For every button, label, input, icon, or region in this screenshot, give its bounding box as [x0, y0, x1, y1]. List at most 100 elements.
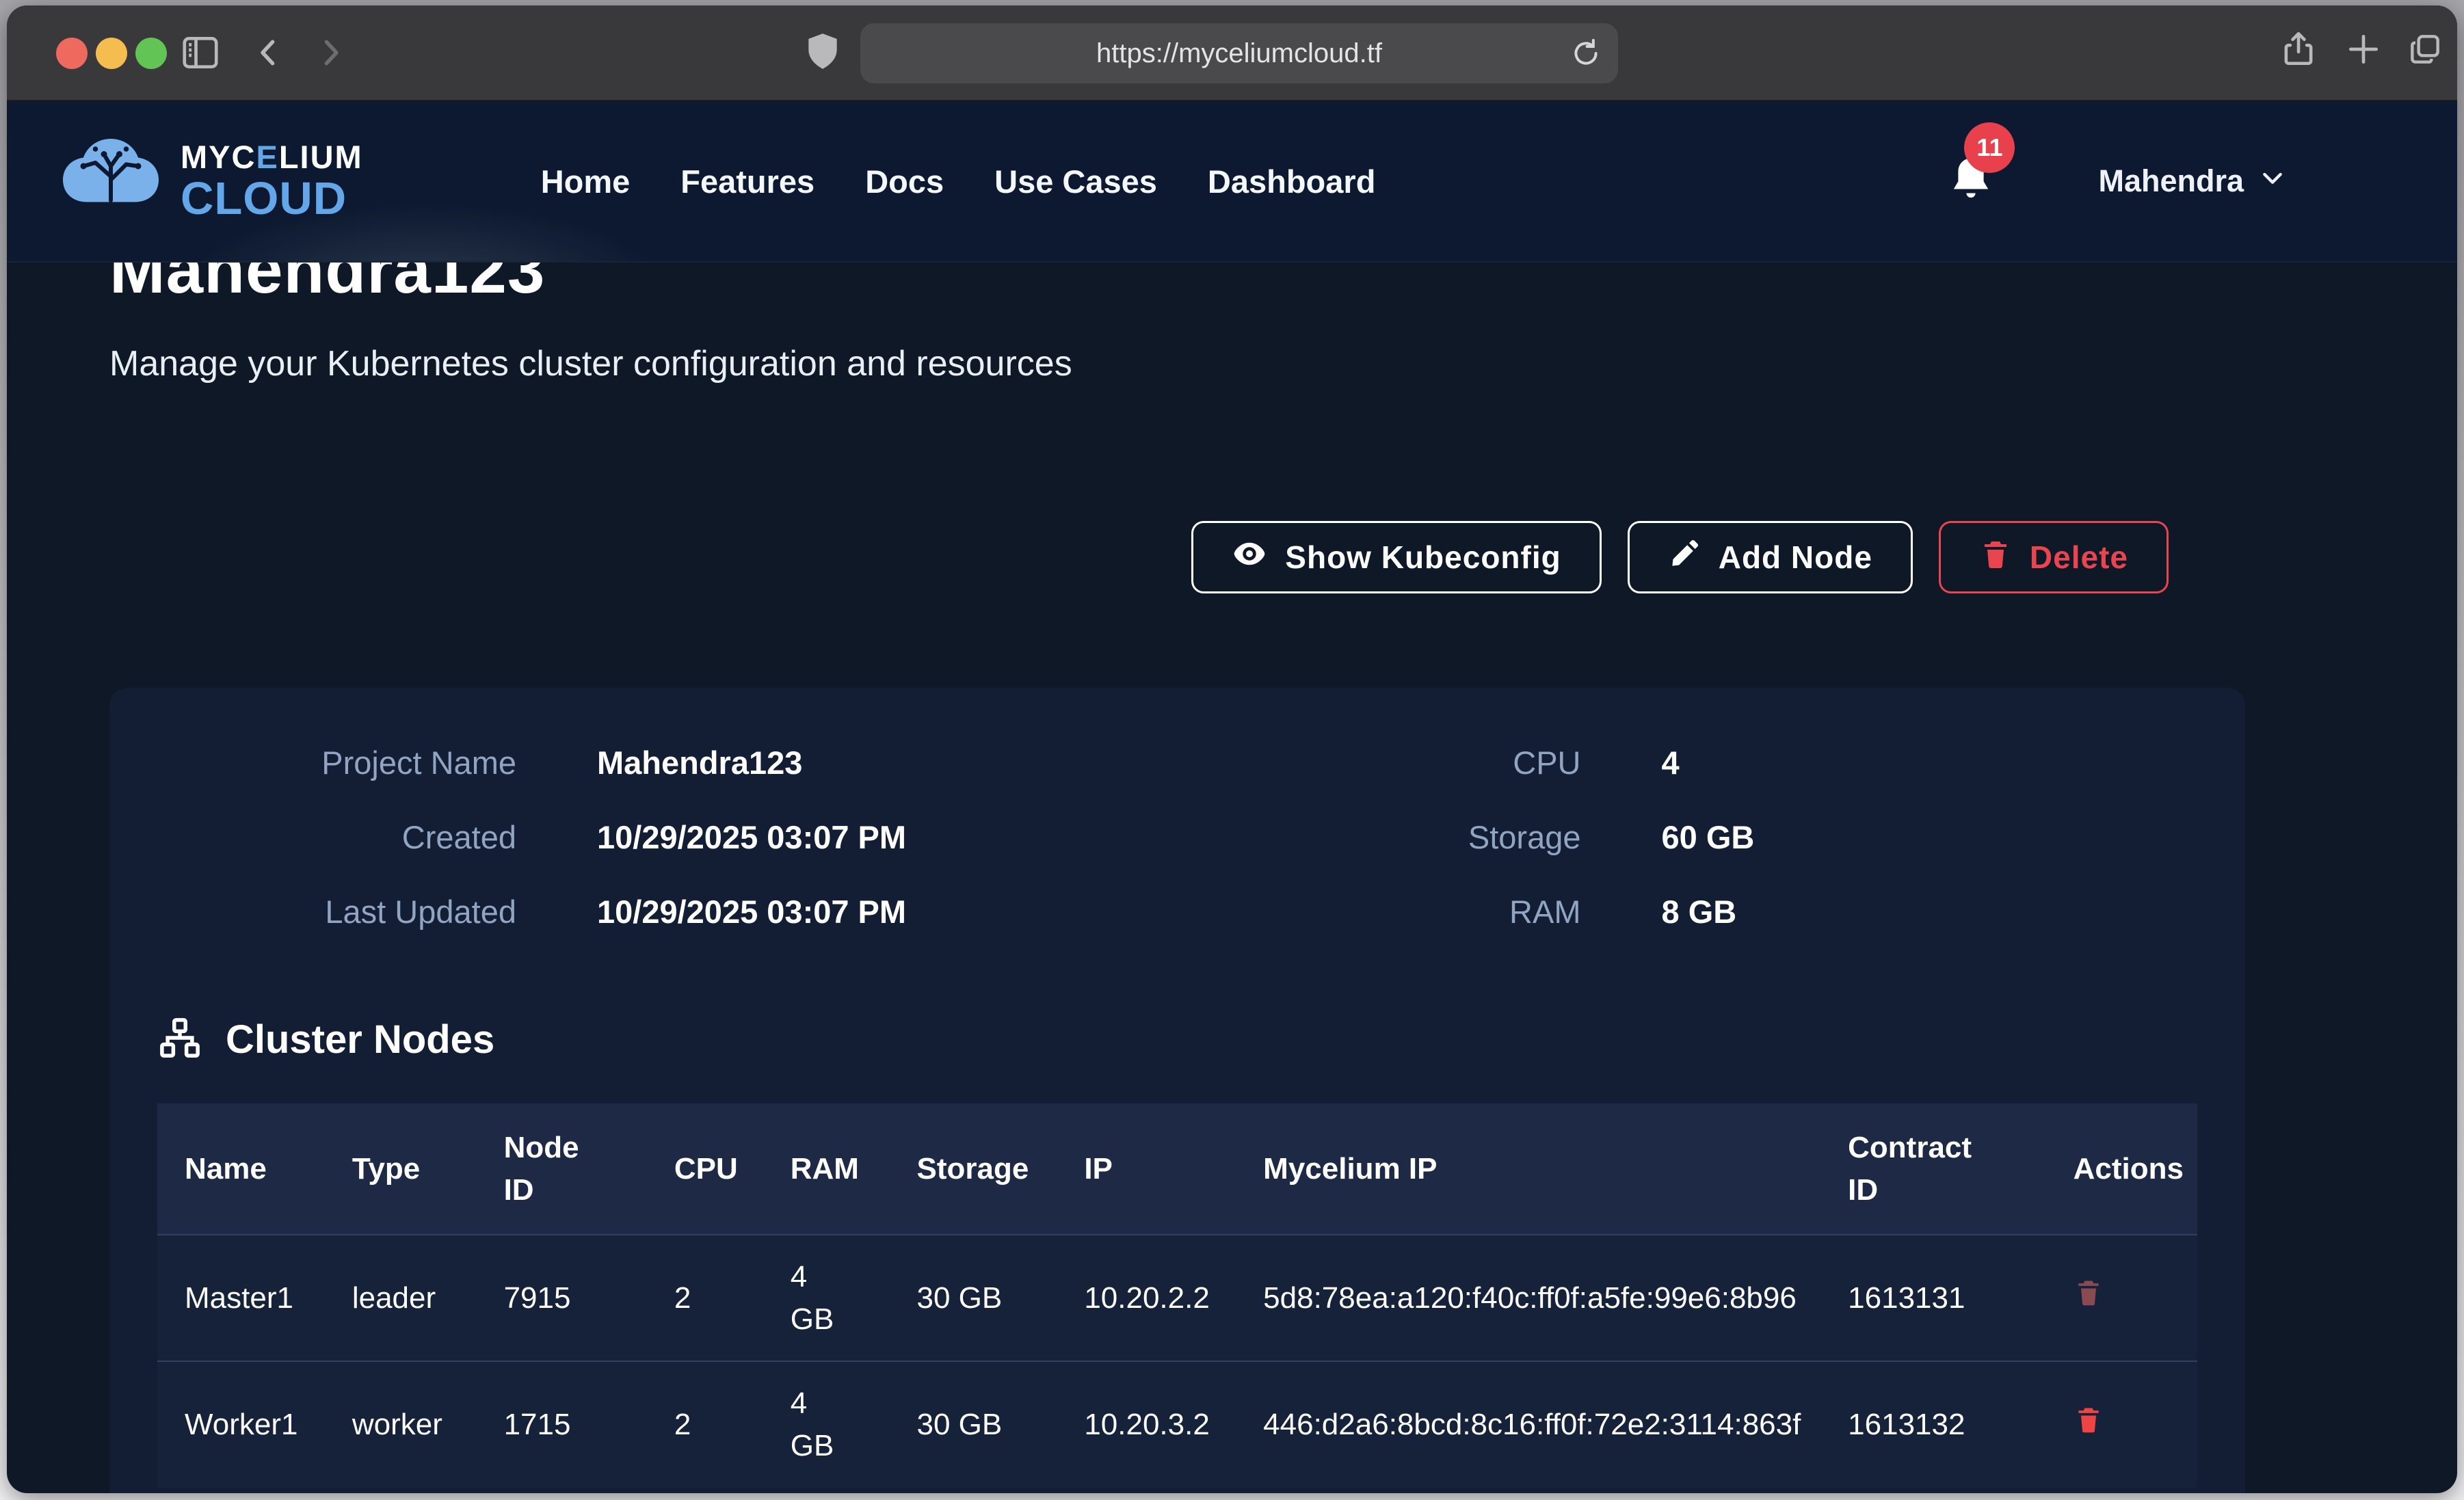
nav-link-features[interactable]: Features: [680, 163, 814, 200]
delete-node-button[interactable]: [2074, 1276, 2104, 1311]
back-button-icon[interactable]: [250, 34, 287, 71]
user-name: Mahendra: [2098, 163, 2244, 199]
cloud-logo-icon: [56, 129, 165, 235]
navbar-right: 11 Mahendra: [1946, 152, 2286, 211]
add-node-button[interactable]: Add Node: [1628, 521, 1913, 593]
nav-link-dashboard[interactable]: Dashboard: [1208, 163, 1376, 200]
nav-link-docs[interactable]: Docs: [865, 163, 944, 200]
add-node-label: Add Node: [1719, 539, 1872, 576]
table-header-row: Name Type Node ID CPU RAM Storage IP Myc…: [157, 1103, 2197, 1235]
storage-label: Storage: [1178, 818, 1581, 856]
zoom-window-button[interactable]: [135, 38, 167, 69]
cell-mycelium-ip: 446:d2a6:8bcd:8c16:ff0f:72e2:3114:863f: [1236, 1361, 1820, 1487]
cell-ram: 4 GB: [763, 1235, 890, 1361]
last-updated-label: Last Updated: [157, 893, 516, 930]
address-bar[interactable]: https://myceliumcloud.tf: [860, 23, 1618, 83]
reload-icon[interactable]: [1569, 36, 1603, 74]
url-text: https://myceliumcloud.tf: [1096, 38, 1382, 69]
main-content: Mahendra123 Manage your Kubernetes clust…: [109, 263, 2245, 1493]
nav-links: Home Features Docs Use Cases Dashboard: [541, 163, 1376, 200]
info-row-created: Created 10/29/2025 03:07 PM: [157, 818, 1178, 856]
cell-node-id: 7915: [477, 1235, 647, 1361]
cluster-nodes-heading: Cluster Nodes: [157, 1015, 2197, 1064]
info-row-last-updated: Last Updated 10/29/2025 03:07 PM: [157, 893, 1178, 930]
info-row-cpu: CPU 4: [1178, 744, 2198, 781]
col-header-node-id: Node ID: [477, 1103, 647, 1235]
cell-cpu: 2: [647, 1361, 763, 1487]
tab-overview-icon[interactable]: [2406, 30, 2444, 68]
cell-storage: 30 GB: [890, 1361, 1057, 1487]
cluster-nodes-title: Cluster Nodes: [226, 1017, 494, 1062]
show-kubeconfig-label: Show Kubeconfig: [1285, 539, 1561, 576]
minimize-window-button[interactable]: [96, 38, 127, 69]
delete-cluster-button[interactable]: Delete: [1939, 521, 2169, 593]
ram-value: 8 GB: [1662, 893, 1737, 930]
notification-badge: 11: [1964, 122, 2015, 173]
cluster-info-right: CPU 4 Storage 60 GB RAM 8 GB: [1178, 744, 2198, 930]
info-row-ram: RAM 8 GB: [1178, 893, 2198, 930]
table-row: Master1 leader 7915 2 4 GB 30 GB 10.20.2…: [157, 1235, 2197, 1361]
cell-cpu: 2: [647, 1235, 763, 1361]
mycelium-cloud-logo[interactable]: MYCELIUM CLOUD: [56, 129, 363, 235]
logo-wordmark: MYCELIUM CLOUD: [181, 141, 363, 222]
share-icon[interactable]: [2279, 29, 2318, 68]
cluster-info-grid: Project Name Mahendra123 Created 10/29/2…: [157, 744, 2197, 930]
info-row-storage: Storage 60 GB: [1178, 818, 2198, 856]
storage-value: 60 GB: [1662, 818, 1755, 856]
created-label: Created: [157, 818, 516, 856]
chevron-down-icon: [2259, 163, 2286, 199]
col-header-mycelium-ip: Mycelium IP: [1236, 1103, 1820, 1235]
info-row-project-name: Project Name Mahendra123: [157, 744, 1178, 781]
cell-mycelium-ip: 5d8:78ea:a120:f40c:ff0f:a5fe:99e6:8b96: [1236, 1235, 1820, 1361]
cell-node-id: 1715: [477, 1361, 647, 1487]
table-row: Worker1 worker 1715 2 4 GB 30 GB 10.20.3…: [157, 1361, 2197, 1487]
new-tab-icon[interactable]: [2344, 30, 2383, 68]
cpu-value: 4: [1662, 744, 1680, 781]
cell-actions: [2032, 1361, 2197, 1487]
show-kubeconfig-button[interactable]: Show Kubeconfig: [1191, 521, 1601, 593]
network-nodes-icon: [157, 1015, 202, 1064]
col-header-actions: Actions: [2032, 1103, 2197, 1235]
project-name-value: Mahendra123: [597, 744, 802, 781]
last-updated-value: 10/29/2025 03:07 PM: [597, 893, 906, 930]
page-title-clip: Mahendra123: [109, 263, 2245, 313]
page-title: Mahendra123: [109, 263, 2245, 308]
cell-name: Master1: [157, 1235, 325, 1361]
browser-window: https://myceliumcloud.tf: [7, 5, 2457, 1493]
cell-contract-id: 1613131: [1820, 1235, 2032, 1361]
col-header-storage: Storage: [890, 1103, 1057, 1235]
cell-storage: 30 GB: [890, 1235, 1057, 1361]
forward-button-icon[interactable]: [312, 34, 349, 71]
close-window-button[interactable]: [56, 38, 88, 69]
sidebar-toggle-icon[interactable]: [179, 31, 222, 74]
trash-icon: [1979, 537, 2012, 578]
cell-type: worker: [325, 1361, 477, 1487]
col-header-name: Name: [157, 1103, 325, 1235]
cluster-actions: Show Kubeconfig Add Node Delete: [109, 521, 2245, 593]
col-header-contract-id: Contract ID: [1820, 1103, 2032, 1235]
notifications-button[interactable]: 11: [1946, 152, 1996, 211]
nodes-table: Name Type Node ID CPU RAM Storage IP Myc…: [157, 1103, 2197, 1488]
cpu-label: CPU: [1178, 744, 1581, 781]
delete-node-button[interactable]: [2074, 1403, 2104, 1438]
col-header-ram: RAM: [763, 1103, 890, 1235]
col-header-type: Type: [325, 1103, 477, 1235]
col-header-cpu: CPU: [647, 1103, 763, 1235]
site-navbar: MYCELIUM CLOUD Home Features Docs Use Ca…: [7, 101, 2457, 263]
ram-label: RAM: [1178, 893, 1581, 930]
privacy-shield-icon[interactable]: [802, 30, 844, 72]
cell-ip: 10.20.3.2: [1057, 1361, 1236, 1487]
project-name-label: Project Name: [157, 744, 516, 781]
cell-name: Worker1: [157, 1361, 325, 1487]
cell-ip: 10.20.2.2: [1057, 1235, 1236, 1361]
col-header-ip: IP: [1057, 1103, 1236, 1235]
delete-label: Delete: [2030, 539, 2128, 576]
nav-link-home[interactable]: Home: [541, 163, 631, 200]
eye-icon: [1232, 536, 1267, 579]
page-subtitle: Manage your Kubernetes cluster configura…: [109, 343, 2245, 384]
nav-link-use-cases[interactable]: Use Cases: [994, 163, 1157, 200]
user-menu[interactable]: Mahendra: [2098, 163, 2286, 199]
cell-type: leader: [325, 1235, 477, 1361]
cluster-details-panel: Project Name Mahendra123 Created 10/29/2…: [109, 688, 2245, 1493]
cell-actions: [2032, 1235, 2197, 1361]
